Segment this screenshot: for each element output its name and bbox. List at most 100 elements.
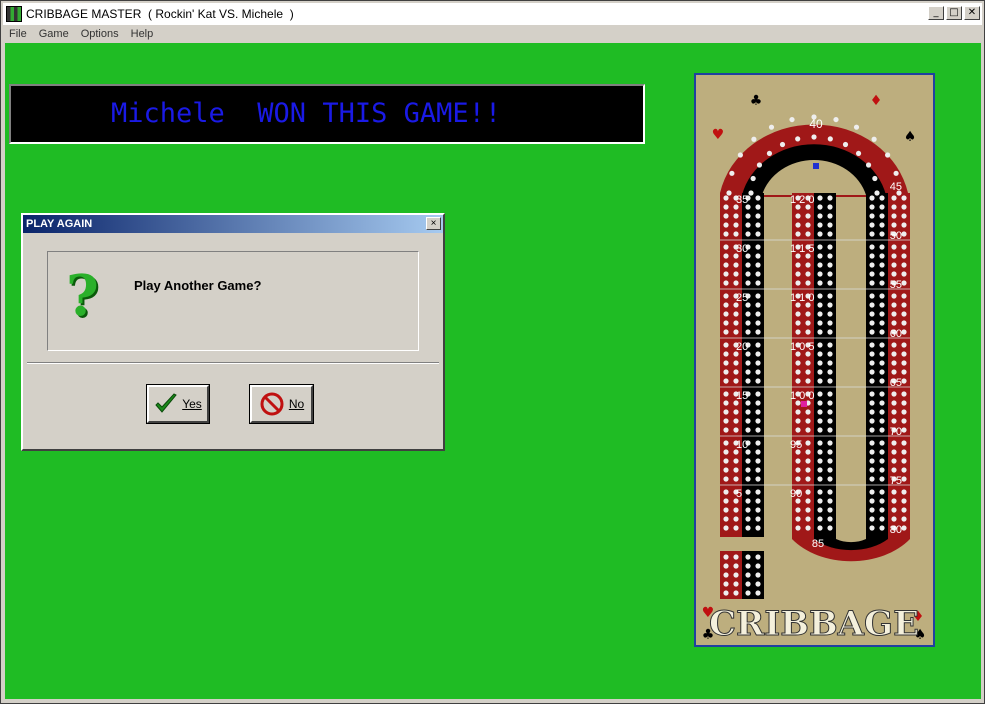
peg-hole (901, 498, 907, 504)
peg-hole (879, 329, 885, 335)
menu-file[interactable]: File (3, 28, 33, 40)
right-score-label: 70 (890, 426, 902, 438)
peg-hole (901, 222, 907, 228)
peg-hole (733, 467, 739, 473)
peg-hole (891, 244, 897, 250)
peg-hole (891, 440, 897, 446)
peg-hole (879, 467, 885, 473)
peg-hole (755, 378, 761, 384)
peg-hole (733, 427, 739, 433)
peg-hole (901, 409, 907, 415)
main-window: CRIBBAGE MASTER ( Rockin' Kat VS. Michel… (0, 0, 985, 704)
peg-hole (817, 449, 823, 455)
peg-hole (901, 351, 907, 357)
peg-hole (817, 507, 823, 513)
peg-hole (817, 351, 823, 357)
peg-hole (817, 222, 823, 228)
peg-hole (726, 190, 732, 196)
peg-hole (901, 418, 907, 424)
peg-hole (869, 320, 875, 326)
peg-hole (723, 222, 729, 228)
peg-hole (755, 302, 761, 308)
peg-hole (811, 134, 817, 140)
dialog-title-bar[interactable]: PLAY AGAIN × (23, 215, 443, 233)
peg-hole (891, 360, 897, 366)
peg-hole (879, 262, 885, 268)
peg-hole (827, 507, 833, 513)
dialog-close-button[interactable]: × (426, 217, 441, 230)
yes-button[interactable]: Yes (146, 384, 210, 424)
peg-hole (901, 516, 907, 522)
peg-hole (723, 351, 729, 357)
peg-hole (745, 231, 751, 237)
maximize-button[interactable]: □ (946, 6, 962, 20)
peg-hole (745, 213, 751, 219)
peg-hole (869, 302, 875, 308)
peg-hole (733, 320, 739, 326)
peg-hole (891, 195, 897, 201)
peg-hole (901, 213, 907, 219)
peg-hole (805, 222, 811, 228)
peg-hole (901, 329, 907, 335)
peg-hole (833, 116, 839, 123)
peg-hole (805, 525, 811, 531)
peg-hole (817, 360, 823, 366)
peg-hole (891, 369, 897, 375)
peg-hole (885, 152, 891, 158)
peg-hole (745, 572, 751, 578)
peg-hole (817, 244, 823, 250)
peg-hole (869, 409, 875, 415)
peg-hole (891, 293, 897, 299)
left-score-label: 5 (736, 488, 742, 500)
title-bar[interactable]: CRIBBAGE MASTER ( Rockin' Kat VS. Michel… (3, 3, 982, 25)
peg-hole (827, 440, 833, 446)
peg-hole (827, 427, 833, 433)
menu-game[interactable]: Game (33, 28, 75, 40)
peg-hole (755, 213, 761, 219)
peg-hole (723, 507, 729, 513)
peg-hole (869, 342, 875, 348)
peg-hole (869, 498, 875, 504)
menu-options[interactable]: Options (75, 28, 125, 40)
peg-hole (901, 244, 907, 250)
menu-help[interactable]: Help (125, 28, 160, 40)
peg-hole (879, 427, 885, 433)
peg-hole (817, 302, 823, 308)
peg-hole (795, 311, 801, 317)
peg-hole (805, 262, 811, 268)
peg-hole (901, 400, 907, 406)
peg-hole (869, 244, 875, 250)
peg-hole (827, 467, 833, 473)
peg-hole (869, 400, 875, 406)
peg-hole (733, 329, 739, 335)
peg-hole (901, 458, 907, 464)
peg-hole (869, 271, 875, 277)
peg-hole (755, 253, 761, 259)
peg-hole (755, 342, 761, 348)
peg-hole (901, 525, 907, 531)
peg-hole (827, 222, 833, 228)
peg-hole (869, 458, 875, 464)
peg-hole (901, 507, 907, 513)
menu-bar: File Game Options Help (3, 25, 982, 43)
peg-hole (755, 516, 761, 522)
peg-hole (879, 498, 885, 504)
peg-hole (805, 467, 811, 473)
close-button[interactable]: ✕ (964, 6, 980, 20)
peg-hole (827, 231, 833, 237)
peg-hole (869, 222, 875, 228)
peg-hole (869, 329, 875, 335)
peg-hole (891, 311, 897, 317)
peg-hole (733, 222, 739, 228)
peg-hole (723, 293, 729, 299)
peg-hole (755, 525, 761, 531)
peg-hole (805, 378, 811, 384)
minimize-button[interactable]: _ (928, 6, 944, 20)
peg-hole (723, 280, 729, 286)
peg-hole (879, 409, 885, 415)
no-button[interactable]: No (249, 384, 314, 424)
dialog-message-panel: ? Play Another Game? (47, 251, 419, 351)
peg-hole (865, 162, 872, 168)
peg-hole (795, 280, 801, 286)
peg-hole (817, 342, 823, 348)
